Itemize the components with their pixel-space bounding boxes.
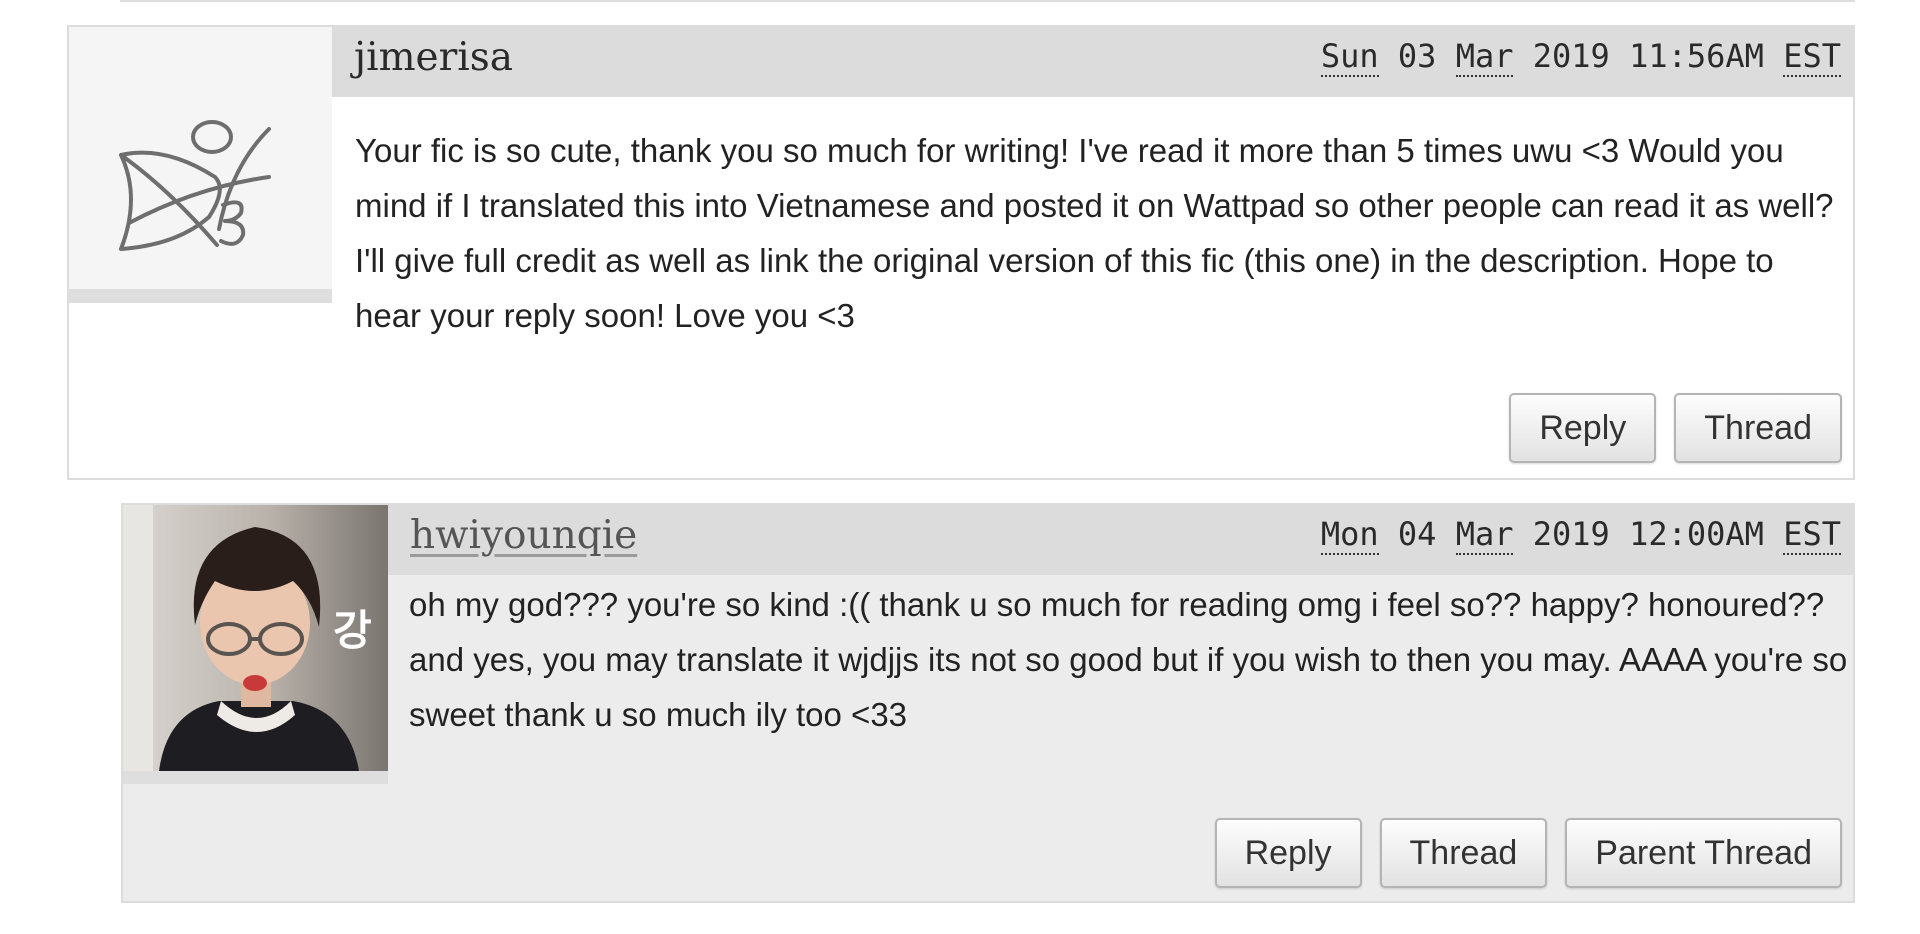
default-userpic-icon [119, 120, 271, 251]
year: 2019 [1532, 37, 1610, 75]
month: Mar [1455, 37, 1514, 77]
month: Mar [1455, 515, 1514, 555]
userpic[interactable]: 강 [123, 505, 388, 784]
weekday: Mon [1320, 515, 1379, 555]
avatar-caption: 강 [333, 606, 372, 655]
comment-actions: Reply Thread Parent Thread [1214, 818, 1842, 888]
day: 03 [1397, 37, 1437, 75]
username-link[interactable]: hwiyounqie [410, 513, 637, 558]
comment-datetime: Mon 04 Mar 2019 12:00AM EST [1320, 515, 1841, 555]
username[interactable]: jimerisa [354, 35, 513, 80]
comment-header: hwiyounqie Mon 04 Mar 2019 12:00AM EST [388, 505, 1853, 575]
thread-button[interactable]: Thread [1379, 818, 1548, 888]
comment-datetime: Sun 03 Mar 2019 11:56AM EST [1320, 37, 1841, 77]
time: 11:56AM [1629, 37, 1764, 75]
timezone: EST [1783, 37, 1841, 77]
comment-text: Your fic is so cute, thank you so much f… [355, 132, 1834, 334]
comment-header: jimerisa Sun 03 Mar 2019 11:56AM EST [332, 27, 1853, 97]
timezone: EST [1783, 515, 1841, 555]
comment-actions: Reply Thread [1509, 393, 1842, 463]
parent-thread-button[interactable]: Parent Thread [1565, 818, 1842, 888]
comment-text: oh my god??? you're so kind :(( thank u … [409, 586, 1848, 733]
day: 04 [1397, 515, 1437, 553]
year: 2019 [1532, 515, 1610, 553]
comment-hwiyounqie: 강 hwiyounqie Mon 04 Mar 2019 12:00AM EST… [121, 503, 1855, 903]
userpic-photo: 강 [123, 505, 388, 771]
default-userpic[interactable] [69, 27, 332, 303]
comment-jimerisa: jimerisa Sun 03 Mar 2019 11:56AM EST You… [67, 25, 1855, 480]
top-divider [120, 0, 1855, 2]
weekday: Sun [1320, 37, 1379, 77]
time: 12:00AM [1629, 515, 1764, 553]
thread-button[interactable]: Thread [1674, 393, 1842, 463]
reply-button[interactable]: Reply [1214, 818, 1362, 888]
reply-button[interactable]: Reply [1509, 393, 1657, 463]
